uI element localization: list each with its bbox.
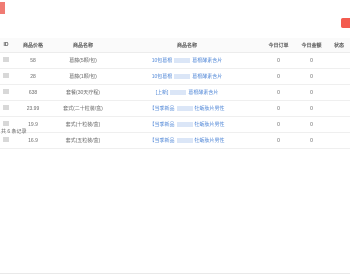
row-today-amount: 0 (295, 52, 328, 69)
bottom-divider (0, 273, 350, 274)
row-name: 套餐(30天疗程) (54, 84, 112, 101)
table-row: 23.99 套式(二十粒装/盒) 【当季新品 牡蛎肽片男性 0 0 (0, 100, 350, 117)
product-thumbnail (3, 89, 9, 94)
row-thumb (0, 68, 12, 85)
row-today-orders: 0 (262, 132, 295, 149)
row-today-orders: 0 (262, 116, 295, 133)
top-strip (0, 0, 350, 30)
row-today-amount: 0 (295, 100, 328, 117)
product-table: ID 商品价格 商品名称 商品名称 今日订单 今日金额 状态 58 葛藤(5颗/… (0, 38, 350, 149)
row-today-amount: 0 (295, 84, 328, 101)
row-status (328, 100, 350, 117)
col-product: 商品名称 (112, 38, 262, 53)
col-status: 状态 (328, 38, 350, 53)
page: ID 商品价格 商品名称 商品名称 今日订单 今日金额 状态 58 葛藤(5颗/… (0, 0, 350, 280)
row-name: 套式(五粒装/盒) (54, 132, 112, 149)
table-row: 638 套餐(30天疗程) [上新] 葛根酵素含片 0 0 (0, 84, 350, 101)
row-price: 23.99 (12, 100, 54, 117)
row-today-orders: 0 (262, 84, 295, 101)
row-status (328, 132, 350, 149)
corner-action-button[interactable] (341, 18, 350, 28)
col-id: ID (0, 38, 12, 53)
product-link[interactable]: 【当季新品 牡蛎肽片男性 (149, 106, 224, 112)
row-product: 【当季新品 牡蛎肽片男性 (112, 132, 262, 149)
row-today-amount: 0 (295, 132, 328, 149)
table-row: 19.9 套式(十粒装/盒) 【当季新品 牡蛎肽片男性 0 0 (0, 116, 350, 133)
row-product: [上新] 葛根酵素含片 (112, 84, 262, 101)
row-price: 28 (12, 68, 54, 85)
total-count: 共 6 条记录 (1, 129, 27, 135)
col-name: 商品名称 (54, 38, 112, 53)
table-row: 58 葛藤(5颗/包) 10包葛根 葛根酵素含片 0 0 (0, 52, 350, 69)
product-link[interactable]: 10包葛根 葛根酵素含片 (152, 74, 223, 80)
row-status (328, 116, 350, 133)
product-thumbnail (3, 137, 9, 142)
table-row: 16.9 套式(五粒装/盒) 【当季新品 牡蛎肽片男性 0 0 (0, 132, 350, 149)
row-product: 【当季新品 牡蛎肽片男性 (112, 116, 262, 133)
row-today-orders: 0 (262, 52, 295, 69)
row-status (328, 52, 350, 69)
row-thumb (0, 52, 12, 69)
row-name: 葛藤(1颗/包) (54, 68, 112, 85)
row-thumb (0, 84, 12, 101)
col-price: 商品价格 (12, 38, 54, 53)
row-today-amount: 0 (295, 68, 328, 85)
row-today-orders: 0 (262, 100, 295, 117)
row-thumb (0, 100, 12, 117)
row-today-amount: 0 (295, 116, 328, 133)
product-link[interactable]: 10包葛根 葛根酵素含片 (152, 58, 223, 64)
row-status (328, 84, 350, 101)
row-product: 10包葛根 葛根酵素含片 (112, 68, 262, 85)
row-product: 【当季新品 牡蛎肽片男性 (112, 100, 262, 117)
table-header-row: ID 商品价格 商品名称 商品名称 今日订单 今日金额 状态 (0, 38, 350, 53)
brand-mark (0, 2, 5, 14)
product-thumbnail (3, 105, 9, 110)
row-name: 套式(二十粒装/盒) (54, 100, 112, 117)
col-today-amount: 今日金额 (295, 38, 328, 53)
row-price: 58 (12, 52, 54, 69)
row-name: 套式(十粒装/盒) (54, 116, 112, 133)
row-name: 葛藤(5颗/包) (54, 52, 112, 69)
product-link[interactable]: [上新] 葛根酵素含片 (156, 90, 219, 96)
row-product: 10包葛根 葛根酵素含片 (112, 52, 262, 69)
product-thumbnail (3, 73, 9, 78)
row-status (328, 68, 350, 85)
product-thumbnail (3, 121, 9, 126)
row-price: 638 (12, 84, 54, 101)
table-row: 28 葛藤(1颗/包) 10包葛根 葛根酵素含片 0 0 (0, 68, 350, 85)
product-link[interactable]: 【当季新品 牡蛎肽片男性 (149, 138, 224, 144)
col-today-orders: 今日订单 (262, 38, 295, 53)
product-link[interactable]: 【当季新品 牡蛎肽片男性 (149, 122, 224, 128)
row-today-orders: 0 (262, 68, 295, 85)
product-thumbnail (3, 57, 9, 62)
